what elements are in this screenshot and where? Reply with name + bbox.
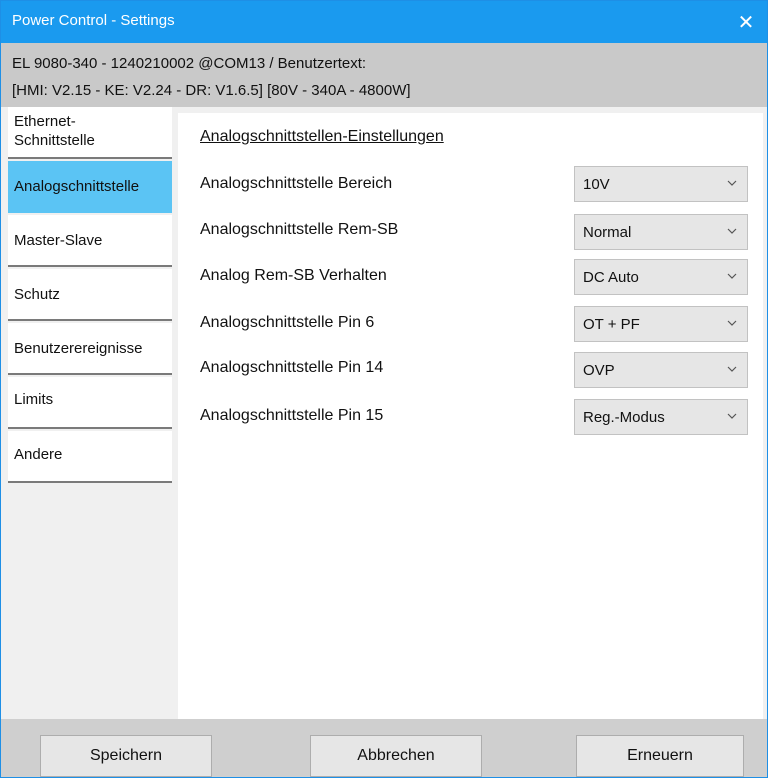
chevron-down-icon <box>727 273 737 279</box>
sidebar-item-master-slave[interactable]: Master-Slave <box>8 215 172 267</box>
sidebar-item-label: Ethernet- Schnittstelle <box>14 113 95 149</box>
sidebar-item-andere[interactable]: Andere <box>8 431 172 483</box>
chevron-down-icon <box>727 320 737 326</box>
setting-label: Analog Rem-SB Verhalten <box>200 267 387 284</box>
select-value: DC Auto <box>583 269 639 286</box>
sidebar-item-label: Analogschnittstelle <box>14 178 140 195</box>
setting-label: Analogschnittstelle Pin 6 <box>200 314 375 331</box>
cancel-button[interactable]: Abbrechen <box>310 735 482 777</box>
refresh-button[interactable]: Erneuern <box>576 735 744 777</box>
setting-label: Analogschnittstelle Rem-SB <box>200 221 399 238</box>
pin15-select[interactable]: Reg.-Modus <box>574 399 748 435</box>
setting-label: Analogschnittstelle Pin 15 <box>200 407 384 424</box>
pin6-select[interactable]: OT + PF <box>574 306 748 342</box>
sidebar-item-limits[interactable]: Limits <box>8 377 172 429</box>
close-icon[interactable]: ✕ <box>725 1 767 43</box>
rem-sb-behaviour-select[interactable]: DC Auto <box>574 259 748 295</box>
range-select[interactable]: 10V <box>574 166 748 202</box>
settings-window: Power Control - Settings ✕ EL 9080-340 -… <box>0 0 768 778</box>
settings-panel: Analogschnittstellen-Einstellungen Analo… <box>178 113 763 719</box>
setting-label: Analogschnittstelle Bereich <box>200 175 393 192</box>
sidebar-item-label: Schutz <box>14 286 60 303</box>
sidebar-item-ethernet[interactable]: Ethernet- Schnittstelle <box>8 107 172 159</box>
rem-sb-select[interactable]: Normal <box>574 214 748 250</box>
select-value: 10V <box>583 176 610 193</box>
select-value: OVP <box>583 362 615 379</box>
device-info-line-2: [HMI: V2.15 - KE: V2.24 - DR: V1.6.5] [8… <box>12 82 411 99</box>
device-info-line-1: EL 9080-340 - 1240210002 @COM13 / Benutz… <box>12 55 367 72</box>
sidebar-item-benutzerereignisse[interactable]: Benutzerereignisse <box>8 323 172 375</box>
window-title: Power Control - Settings <box>12 12 175 29</box>
sidebar-item-label: Andere <box>14 446 63 463</box>
settings-sidebar: Ethernet- Schnittstelle Analogschnittste… <box>8 107 174 719</box>
sidebar-item-analogschnittstelle[interactable]: Analogschnittstelle <box>8 161 172 213</box>
sidebar-item-label: Master-Slave <box>14 232 103 249</box>
select-value: OT + PF <box>583 316 640 333</box>
chevron-down-icon <box>727 413 737 419</box>
save-button[interactable]: Speichern <box>40 735 212 777</box>
chevron-down-icon <box>727 228 737 234</box>
title-bar[interactable]: Power Control - Settings ✕ <box>1 1 767 43</box>
sidebar-item-schutz[interactable]: Schutz <box>8 269 172 321</box>
select-value: Reg.-Modus <box>583 409 665 426</box>
chevron-down-icon <box>727 180 737 186</box>
setting-label: Analogschnittstelle Pin 14 <box>200 359 384 376</box>
footer-bar: Speichern Abbrechen Erneuern <box>1 719 767 777</box>
select-value: Normal <box>583 224 632 241</box>
panel-heading: Analogschnittstellen-Einstellungen <box>200 128 444 145</box>
device-info-bar: EL 9080-340 - 1240210002 @COM13 / Benutz… <box>1 43 767 107</box>
chevron-down-icon <box>727 366 737 372</box>
sidebar-item-label: Limits <box>14 391 54 408</box>
pin14-select[interactable]: OVP <box>574 352 748 388</box>
sidebar-item-label: Benutzerereignisse <box>14 340 143 357</box>
